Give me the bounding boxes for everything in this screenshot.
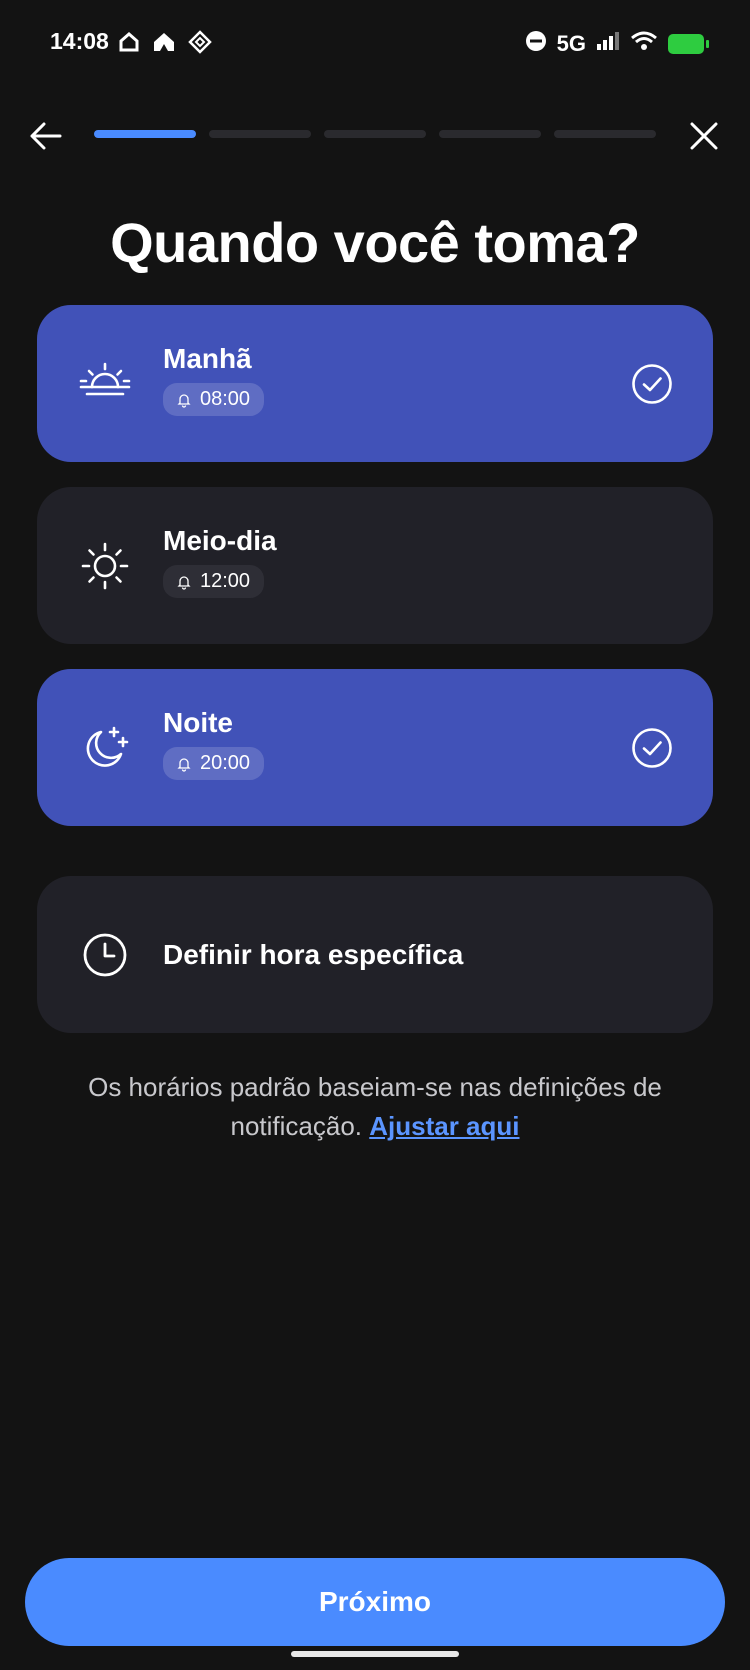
network-type: 5G bbox=[556, 30, 586, 56]
option-time: 12:00 bbox=[200, 570, 251, 592]
clock-icon bbox=[83, 933, 127, 976]
signal-icon bbox=[596, 31, 620, 56]
progress-segment-2 bbox=[209, 130, 311, 138]
option-time: 08:00 bbox=[200, 388, 251, 410]
check-circle-icon bbox=[632, 727, 672, 768]
option-morning[interactable]: Manhã 08:00 bbox=[37, 305, 713, 462]
sunrise-icon bbox=[79, 362, 131, 395]
status-time: 14:08 bbox=[50, 28, 109, 54]
check-circle-icon bbox=[632, 363, 672, 404]
back-button[interactable] bbox=[26, 116, 66, 156]
home-indicator bbox=[291, 1651, 459, 1657]
option-noon[interactable]: Meio-dia 12:00 bbox=[37, 487, 713, 644]
progress-segment-5 bbox=[554, 130, 656, 138]
diamond-grid-icon bbox=[188, 30, 212, 59]
progress-bar bbox=[94, 130, 656, 138]
option-title: Meio-dia bbox=[163, 525, 277, 556]
option-custom-time[interactable]: Definir hora específica bbox=[37, 876, 713, 1033]
page-title: Quando você toma? bbox=[110, 211, 640, 274]
moon-stars-icon bbox=[86, 726, 129, 767]
status-bar: 14:08 5G bbox=[0, 0, 750, 88]
battery-charging-icon bbox=[668, 33, 709, 54]
footnote: Os horários padrão baseiam-se nas defini… bbox=[40, 1068, 710, 1146]
wifi-icon bbox=[630, 30, 658, 57]
time-badge: 08:00 bbox=[163, 383, 265, 416]
bell-icon bbox=[177, 757, 191, 772]
progress-segment-4 bbox=[439, 130, 541, 138]
option-time: 20:00 bbox=[200, 752, 251, 774]
bell-icon bbox=[177, 575, 191, 590]
arrow-left-icon bbox=[30, 122, 62, 150]
progress-segment-1 bbox=[94, 130, 196, 138]
time-badge: 20:00 bbox=[163, 747, 265, 780]
close-icon bbox=[690, 122, 718, 150]
time-badge: 12:00 bbox=[163, 565, 265, 598]
home-icon bbox=[118, 31, 140, 58]
sun-icon bbox=[81, 542, 129, 589]
option-title: Manhã bbox=[163, 343, 252, 374]
adjust-link[interactable]: Ajustar aqui bbox=[369, 1111, 519, 1141]
bell-icon bbox=[177, 393, 191, 408]
home-alt-icon bbox=[152, 31, 176, 58]
close-button[interactable] bbox=[684, 116, 724, 156]
do-not-disturb-icon bbox=[525, 30, 547, 57]
option-title: Definir hora específica bbox=[163, 938, 464, 970]
progress-segment-3 bbox=[324, 130, 426, 138]
next-button[interactable]: Próximo bbox=[25, 1558, 725, 1646]
option-night[interactable]: Noite 20:00 bbox=[37, 669, 713, 826]
option-title: Noite bbox=[163, 707, 233, 738]
